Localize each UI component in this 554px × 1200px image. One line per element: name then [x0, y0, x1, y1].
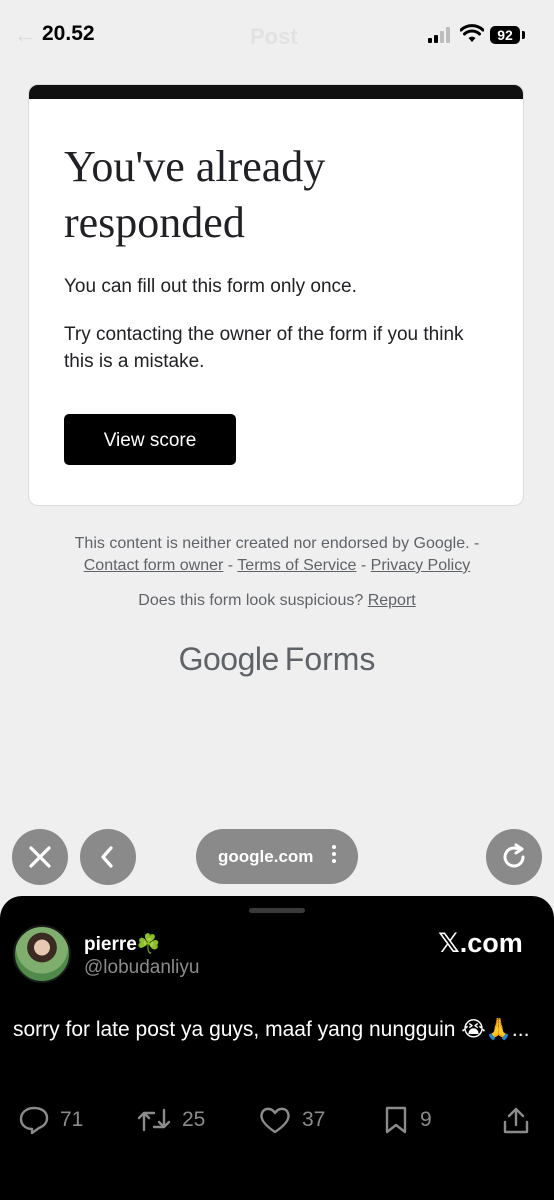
back-button[interactable] [80, 829, 136, 885]
card-accent-bar [29, 85, 523, 99]
page-title: You've already responded [64, 142, 326, 247]
battery-tip [522, 31, 525, 39]
retweet-icon [137, 1108, 171, 1132]
retweet-action[interactable]: 25 [136, 1102, 205, 1138]
reply-icon [19, 1106, 49, 1135]
reply-action[interactable]: 71 [18, 1102, 83, 1138]
cellular-signal-icon [428, 27, 454, 43]
logo-google: Google [178, 641, 280, 677]
suspicious-text: Does this form look suspicious? [138, 592, 364, 609]
bookmark-action[interactable]: 9 [382, 1102, 432, 1138]
status-bar: ← 20.52 Post 92 [0, 0, 554, 70]
tweet-text: sorry for late post ya guys, maaf yang n… [13, 1018, 530, 1041]
close-button[interactable] [12, 829, 68, 885]
tweet-actions: 71 25 37 9 [0, 1102, 554, 1138]
google-forms-logo: Google Forms [0, 641, 554, 678]
x-logo[interactable]: 𝕏.com [438, 928, 523, 959]
message-once: You can fill out this form only once. [64, 276, 357, 297]
ghost-page-title: Post [250, 24, 298, 49]
tweet-panel: pierre☘️ @lobudanliyu 𝕏.com sorry for la… [0, 896, 554, 1200]
suspicious-notice: Does this form look suspicious? Report [0, 592, 554, 610]
reload-icon [503, 843, 525, 868]
terms-link[interactable]: Terms of Service [237, 557, 356, 574]
disclaimer: This content is neither created nor endo… [0, 533, 554, 577]
bookmark-count: 9 [420, 1108, 432, 1131]
like-count: 37 [302, 1108, 326, 1131]
bookmark-icon [385, 1106, 407, 1134]
message-contact-owner: Try contacting the owner of the form if … [64, 324, 464, 372]
share-icon [503, 1107, 529, 1134]
wifi-icon [460, 24, 484, 42]
contact-owner-link[interactable]: Contact form owner [84, 557, 224, 574]
avatar[interactable] [13, 925, 71, 983]
status-time: 20.52 [42, 22, 95, 45]
reload-button[interactable] [486, 829, 542, 885]
disclaimer-text: This content is neither created nor endo… [74, 535, 480, 552]
share-action[interactable] [502, 1102, 540, 1138]
privacy-link[interactable]: Privacy Policy [371, 557, 471, 574]
display-name[interactable]: pierre☘️ [84, 932, 160, 956]
close-icon [29, 846, 51, 868]
chevron-left-icon [101, 846, 113, 868]
reply-count: 71 [60, 1108, 84, 1131]
battery-indicator: 92 [490, 26, 520, 44]
separator: - [356, 557, 371, 574]
user-handle[interactable]: @lobudanliyu [84, 957, 199, 979]
like-action[interactable]: 37 [258, 1102, 325, 1138]
grab-handle[interactable] [249, 908, 305, 913]
url-bar[interactable]: google.com [196, 829, 358, 884]
retweet-count: 25 [182, 1108, 206, 1131]
separator: - [223, 557, 238, 574]
report-link[interactable]: Report [368, 592, 416, 609]
view-score-button[interactable]: View score [64, 414, 236, 465]
heart-icon [260, 1107, 290, 1134]
back-arrow-icon: ← [14, 22, 36, 47]
response-card: You've already responded You can fill ou… [28, 84, 524, 506]
logo-forms: Forms [284, 641, 376, 677]
more-options-icon[interactable] [332, 845, 336, 866]
url-text: google.com [218, 847, 314, 866]
